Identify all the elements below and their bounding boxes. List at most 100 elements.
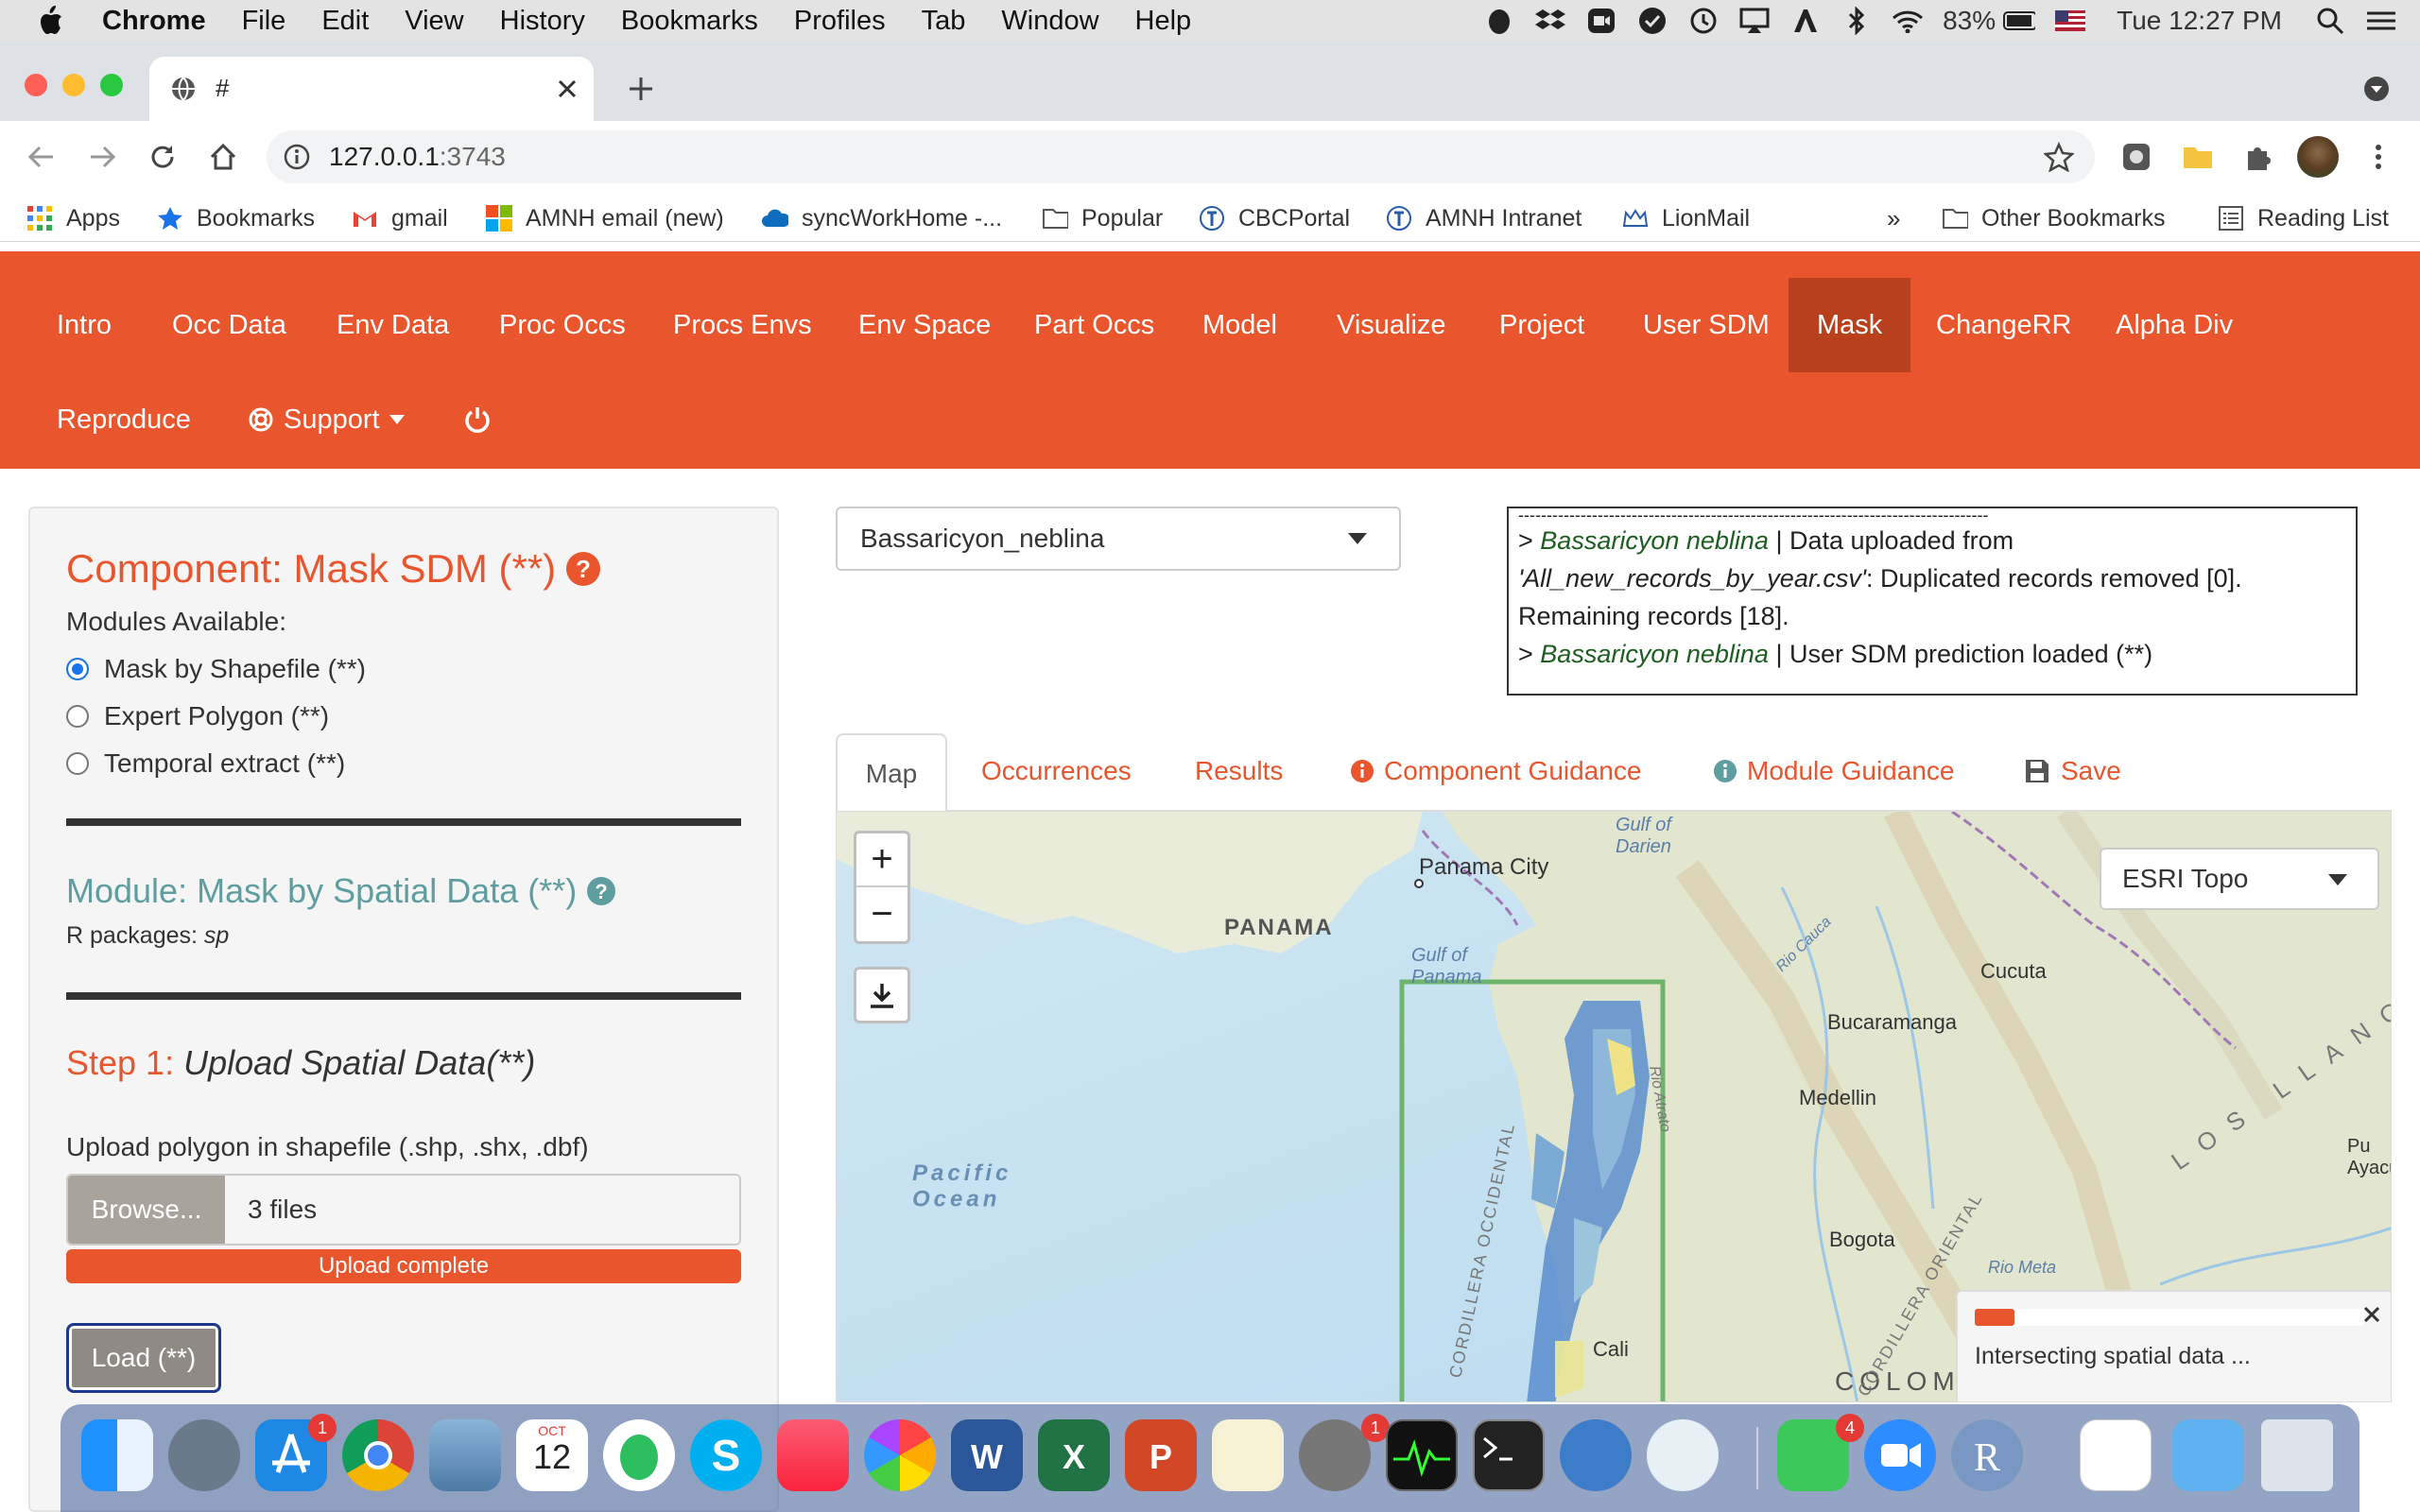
nav-proc-occs[interactable]: Proc Occs [471, 278, 654, 372]
calendar-dock-icon[interactable]: OCT 12 [516, 1419, 588, 1491]
help-circle-icon[interactable]: ? [586, 876, 616, 906]
minimize-window-button[interactable] [62, 74, 85, 96]
nav-mask[interactable]: Mask [1789, 278, 1911, 372]
nav-power-button[interactable] [435, 372, 520, 467]
evernote-status-icon[interactable] [1483, 5, 1515, 37]
forward-icon[interactable] [87, 142, 117, 172]
tab-search-icon[interactable] [2363, 76, 2390, 102]
word-dock-icon[interactable]: W [951, 1419, 1023, 1491]
extensions-puzzle-icon[interactable] [2242, 142, 2273, 172]
species-select[interactable]: Bassaricyon_neblina [836, 507, 1401, 571]
nav-occ-data[interactable]: Occ Data [144, 278, 315, 372]
leaflet-map[interactable]: Panama City PANAMA Gulf of Darien Gulf of… [836, 811, 2392, 1402]
menu-app-chrome[interactable]: Chrome [102, 6, 206, 37]
radio-dot[interactable] [66, 752, 89, 775]
airplay-icon[interactable] [1738, 5, 1771, 37]
zoom-in-button[interactable]: + [856, 833, 908, 888]
battery-icon[interactable] [2003, 5, 2036, 37]
menu-profiles[interactable]: Profiles [794, 6, 886, 37]
nav-model[interactable]: Model [1174, 278, 1305, 372]
clock[interactable]: Tue 12:27 PM [2117, 6, 2282, 36]
tab-save[interactable]: Save [2025, 756, 2121, 786]
reload-icon[interactable] [147, 142, 178, 172]
tab-module-guidance[interactable]: Module Guidance [1713, 756, 1954, 786]
nav-reproduce[interactable]: Reproduce [28, 372, 219, 467]
radio-expert-polygon[interactable]: Expert Polygon (**) [66, 701, 329, 731]
trash-dock-icon[interactable] [2261, 1419, 2333, 1491]
textedit-dock-icon[interactable] [1212, 1419, 1284, 1491]
checkmark-status-icon[interactable] [1636, 5, 1668, 37]
profile-avatar[interactable] [2297, 136, 2339, 178]
file-input[interactable]: Browse... 3 files [66, 1174, 741, 1246]
zoom-status-icon[interactable] [1585, 5, 1617, 37]
menu-window[interactable]: Window [1001, 6, 1098, 37]
launchpad-rocket-icon[interactable] [168, 1419, 240, 1491]
wifi-icon[interactable] [1892, 5, 1924, 37]
dropbox-icon[interactable] [1534, 5, 1566, 37]
site-info-icon[interactable] [284, 144, 310, 170]
radio-mask-by-shapefile[interactable]: Mask by Shapefile (**) [66, 654, 366, 684]
bookmark-syncworkhome[interactable]: syncWorkHome -... [762, 202, 1002, 234]
photos-dock-icon[interactable] [864, 1419, 936, 1491]
home-icon[interactable] [208, 142, 238, 172]
reading-list-button[interactable]: Reading List [2218, 202, 2389, 234]
powerpoint-dock-icon[interactable]: P [1125, 1419, 1197, 1491]
menu-view[interactable]: View [405, 6, 463, 37]
extension-icon-1[interactable] [2121, 142, 2152, 172]
basemap-select[interactable]: ESRI Topo [2100, 848, 2379, 910]
bookmark-lionmail[interactable]: LionMail [1622, 202, 1750, 234]
tab-component-guidance[interactable]: Component Guidance [1350, 756, 1641, 786]
preview-dock-icon[interactable] [429, 1419, 501, 1491]
menu-bookmarks[interactable]: Bookmarks [621, 6, 758, 37]
folder-extension-icon[interactable] [2182, 144, 2214, 170]
music-dock-icon[interactable] [777, 1419, 849, 1491]
nav-intro[interactable]: Intro [28, 278, 140, 372]
bookmark-apps[interactable]: Apps [26, 202, 120, 234]
close-window-button[interactable] [25, 74, 47, 96]
us-flag-icon[interactable] [2054, 5, 2086, 37]
tab-results[interactable]: Results [1195, 756, 1283, 786]
bookmark-amnh-email[interactable]: AMNH email (new) [486, 202, 724, 234]
document-stack-dock-icon[interactable] [2080, 1419, 2152, 1491]
excel-dock-icon[interactable]: X [1038, 1419, 1110, 1491]
nav-user-sdm[interactable]: User SDM [1615, 278, 1798, 372]
address-bar[interactable]: 127.0.0.1:3743 [267, 130, 2095, 183]
bookmark-bookmarks[interactable]: Bookmarks [157, 202, 315, 234]
bookmark-amnh-intranet[interactable]: AMNH Intranet [1386, 202, 1582, 234]
maximize-window-button[interactable] [100, 74, 123, 96]
help-circle-icon[interactable]: ? [565, 551, 601, 587]
notification-close-icon[interactable] [2362, 1305, 2381, 1324]
nav-alpha-div[interactable]: Alpha Div [2087, 278, 2261, 372]
radio-temporal-extract[interactable]: Temporal extract (**) [66, 748, 345, 779]
nav-visualize[interactable]: Visualize [1308, 278, 1475, 372]
nav-env-space[interactable]: Env Space [830, 278, 1019, 372]
browse-button[interactable]: Browse... [68, 1176, 225, 1244]
apple-icon[interactable] [36, 5, 74, 37]
menu-edit[interactable]: Edit [321, 6, 369, 37]
more-bookmarks-button[interactable]: » [1887, 202, 1900, 234]
chrome-menu-icon[interactable] [2371, 142, 2386, 172]
spotlight-search-icon[interactable] [2314, 5, 2346, 37]
zoom-dock-icon[interactable] [1864, 1419, 1936, 1491]
time-machine-icon[interactable] [1687, 5, 1720, 37]
nav-procs-envs[interactable]: Procs Envs [645, 278, 840, 372]
nav-project[interactable]: Project [1471, 278, 1613, 372]
keychain-dock-icon[interactable] [1560, 1419, 1632, 1491]
bookmark-cbcportal[interactable]: CBCPortal [1199, 202, 1350, 234]
menu-tab[interactable]: Tab [922, 6, 966, 37]
nav-env-data[interactable]: Env Data [308, 278, 477, 372]
radio-dot[interactable] [66, 705, 89, 728]
tab-close-icon[interactable] [556, 77, 579, 100]
menu-help[interactable]: Help [1135, 6, 1192, 37]
r-dock-icon[interactable]: R [1951, 1419, 2023, 1491]
menu-file[interactable]: File [242, 6, 286, 37]
adobe-icon[interactable] [1789, 5, 1822, 37]
finder-dock-icon[interactable] [81, 1419, 153, 1491]
browser-tab[interactable]: # [149, 57, 594, 121]
back-icon[interactable] [26, 142, 57, 172]
chrome-dock-icon[interactable] [342, 1419, 414, 1491]
skype-dock-icon[interactable]: S [690, 1419, 762, 1491]
zoom-out-button[interactable]: − [856, 887, 908, 941]
bookmark-other[interactable]: Other Bookmarks [1942, 202, 2166, 234]
radio-dot[interactable] [66, 658, 89, 680]
